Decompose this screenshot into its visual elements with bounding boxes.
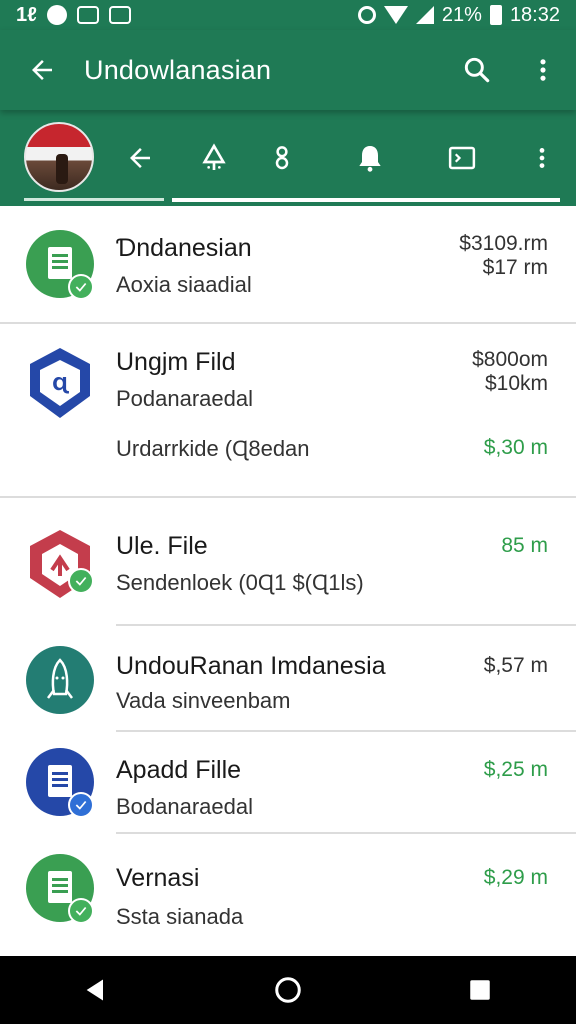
item-subtitle: Sendenloek (0Ɋ1 $(Ɋ1ls) — [116, 570, 364, 595]
tab-indicator-inactive — [24, 198, 164, 201]
list-item[interactable]: Ɋ Ungjm Fild Podanaraedal Urdarrkide (Ɋ8… — [0, 324, 576, 498]
item-amount-secondary: $10km — [484, 372, 548, 395]
list-item[interactable]: Apadd Fille Bodanaraedal $,25 m — [0, 732, 576, 834]
tab-terminal[interactable] — [434, 130, 490, 186]
page-title: Undowlanasian — [84, 54, 272, 85]
item-title: Ule. File — [116, 532, 208, 560]
item-detail: Urdarrkide (Ɋ8edan — [116, 436, 310, 461]
item-amount: 85 m — [501, 534, 548, 557]
search-button[interactable] — [444, 30, 510, 110]
list-item[interactable]: UndouRanan Imdanesia Vada sinveenbam $,5… — [0, 626, 576, 732]
item-amount-secondary: $17 rm — [482, 256, 548, 279]
nav-back-icon — [86, 979, 103, 1001]
arrow-back-icon — [130, 148, 150, 168]
more-vert-icon — [540, 59, 546, 81]
item-title: Vernasi — [116, 864, 200, 892]
check-badge-icon — [68, 568, 94, 594]
item-subtitle: Podanaraedal — [116, 386, 254, 411]
list-item[interactable]: Ule. File Sendenloek (0Ɋ1 $(Ɋ1ls) 85 m — [0, 498, 576, 626]
tab-back[interactable] — [112, 130, 168, 186]
more-vert-icon — [539, 148, 545, 168]
list-item[interactable]: Ɗndanesian Aoxia siaadial $3109.rm $17 r… — [0, 206, 576, 324]
nav-home-icon — [275, 977, 301, 1003]
item-amount: $,25 m — [483, 758, 548, 781]
terminal-icon — [448, 146, 476, 170]
file-list: Ɗndanesian Aoxia siaadial $3109.rm $17 r… — [0, 206, 576, 956]
alarm-icon — [357, 6, 376, 24]
tab-bar — [0, 110, 576, 206]
nav-home-button[interactable] — [248, 956, 328, 1024]
tab-indicator-active — [172, 198, 560, 202]
battery-percent: 21% — [441, 3, 482, 26]
avatar[interactable] — [24, 122, 94, 192]
back-button[interactable] — [0, 30, 84, 110]
tab-hook[interactable] — [254, 130, 310, 186]
item-title: Apadd Fille — [116, 756, 242, 784]
item-amount-total: $,30 m — [483, 436, 548, 459]
check-badge-icon — [68, 898, 94, 924]
item-subtitle: Vada sinveenbam — [116, 688, 291, 713]
nav-recents-button[interactable] — [440, 956, 520, 1024]
shield-icon: Ɋ — [26, 346, 94, 418]
bell-icon — [359, 146, 381, 172]
document-icon — [26, 230, 94, 300]
app-bar: Undowlanasian — [0, 30, 576, 110]
check-badge-icon — [68, 274, 94, 300]
item-title: Ungjm Fild — [116, 348, 236, 376]
notification-icon — [46, 5, 67, 25]
item-amount: $800om — [472, 348, 548, 371]
item-subtitle: Aoxia siaadial — [116, 272, 252, 297]
tree-icon — [202, 143, 226, 170]
item-amount: $3109.rm — [459, 232, 548, 255]
photo-notification-icon — [76, 6, 99, 24]
check-badge-icon — [68, 792, 94, 818]
message-notification-icon — [108, 6, 131, 24]
nav-back-button[interactable] — [56, 956, 136, 1024]
item-amount: $,29 m — [483, 866, 548, 889]
status-left-text: 1ℓ — [16, 3, 37, 26]
list-item[interactable]: Vernasi Ssta sianada $,29 m — [0, 834, 576, 956]
item-amount: $,57 m — [483, 654, 548, 677]
wifi-icon — [383, 6, 408, 24]
search-icon — [464, 57, 490, 83]
overflow-menu-button[interactable] — [510, 30, 576, 110]
document-icon — [26, 854, 94, 924]
tab-notifications[interactable] — [342, 130, 398, 186]
battery-icon — [489, 5, 502, 25]
signal-icon — [415, 6, 434, 24]
item-title: Ɗndanesian — [116, 234, 252, 262]
status-bar: 1ℓ 21% 18:32 — [0, 0, 576, 30]
item-subtitle: Bodanaraedal — [116, 794, 254, 819]
item-subtitle: Ssta sianada — [116, 904, 244, 929]
nav-recents-icon — [470, 980, 490, 1000]
status-time: 18:32 — [509, 3, 560, 26]
upload-shield-icon — [26, 528, 94, 598]
tab-tree[interactable] — [186, 130, 242, 186]
item-title: UndouRanan Imdanesia — [116, 652, 386, 680]
rocket-icon — [26, 646, 94, 714]
arrow-back-icon — [32, 60, 52, 80]
svg-text:Ɋ: Ɋ — [52, 374, 69, 395]
hook-icon — [275, 146, 289, 170]
system-nav-bar — [0, 956, 576, 1024]
tab-more[interactable] — [514, 130, 570, 186]
document-icon — [26, 748, 94, 818]
